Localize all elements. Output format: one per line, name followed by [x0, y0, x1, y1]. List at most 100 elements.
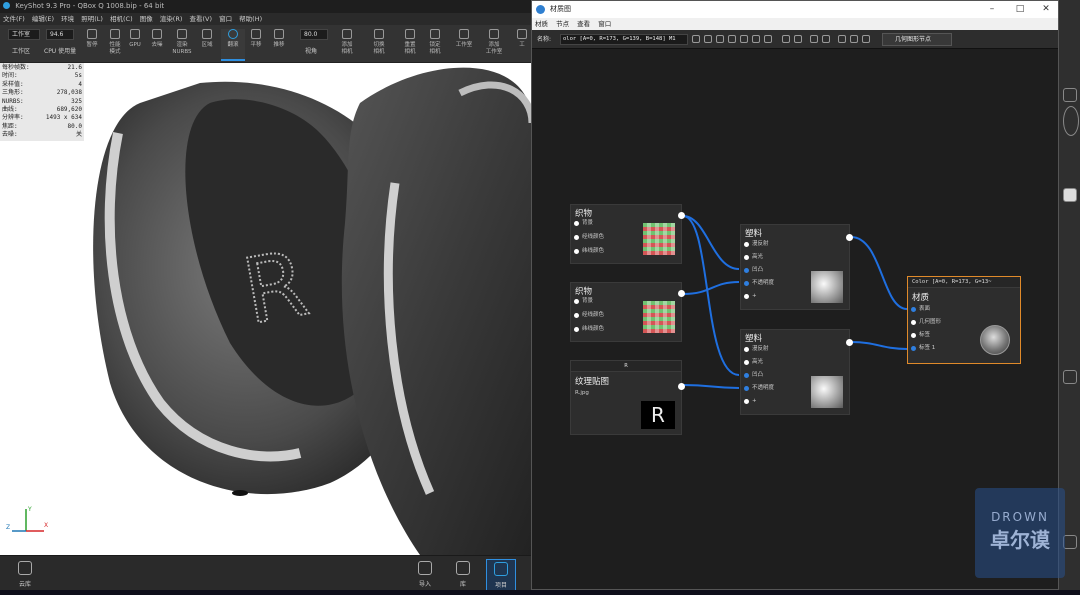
texture-map-node-output-port[interactable] [678, 383, 685, 390]
mg-menu-window[interactable]: 窗口 [598, 20, 611, 28]
plastic-node-1-port-specular[interactable]: 高光 [744, 254, 763, 261]
plastic-node-1-port-add[interactable]: + [744, 293, 757, 300]
remove-icon[interactable] [764, 35, 772, 43]
reset-camera-button[interactable]: 重置 相机 [398, 29, 422, 61]
dolly-button[interactable]: 推移 [267, 29, 291, 61]
save-icon[interactable] [692, 35, 700, 43]
texture-map-node[interactable]: R 纹理贴图 R.jpg R [570, 360, 685, 435]
plastic-node-2-port-opacity[interactable]: 不透明度 [744, 385, 774, 392]
mg-menu-view[interactable]: 查看 [577, 20, 590, 28]
stat-row: 三角形: 278,038 [2, 89, 82, 97]
plastic-node-2-port-diffuse[interactable]: 漫反射 [744, 346, 769, 353]
fit-view-icon[interactable] [862, 35, 870, 43]
maximize-button[interactable]: □ [1006, 1, 1034, 18]
material-port-label[interactable]: 标签 [911, 332, 930, 339]
stat-row: NURBS: 325 [2, 97, 82, 105]
menu-file[interactable]: 文件(F) [3, 15, 25, 23]
menu-camera[interactable]: 相机(C) [110, 15, 133, 23]
menu-environment[interactable]: 环境 [61, 15, 74, 23]
move-icon [251, 29, 261, 39]
weave-node-1-port-bg[interactable]: 背景 [574, 220, 593, 227]
region-button[interactable]: 区域 [195, 29, 219, 61]
weave-node-1-port-weft[interactable]: 纬线颜色 [574, 248, 604, 255]
menu-window[interactable]: 窗口 [219, 15, 232, 23]
denoise-button[interactable]: 去噪 [145, 29, 169, 61]
studio-button[interactable]: 工作室 [452, 29, 476, 61]
weave-node-2-port-weft[interactable]: 纬线颜色 [574, 326, 604, 333]
weave-node-2-port-warp[interactable]: 经线颜色 [574, 312, 604, 319]
material-name-input[interactable]: olor [A=0, R=173, G=139, B=148] M1 [560, 34, 688, 45]
add-icon[interactable] [752, 35, 760, 43]
fov-field[interactable]: 80.0 [300, 29, 328, 40]
plastic-node-2-port-add[interactable]: + [744, 398, 757, 405]
material-port-surface[interactable]: 表面 [911, 306, 930, 313]
plastic-node-2-port-bump[interactable]: 凹凸 [744, 372, 763, 379]
frame-icon[interactable] [850, 35, 858, 43]
rotate-icon [228, 29, 238, 39]
weave-node-1-port-warp[interactable]: 经线颜色 [574, 234, 604, 241]
material-graph-toolbar: 名称: olor [A=0, R=173, G=139, B=148] M1 几… [532, 30, 1058, 49]
workspace-select[interactable]: 工作室 [8, 29, 40, 40]
close-button[interactable]: ✕ [1032, 1, 1060, 18]
add-studio-button[interactable]: 添加 工作室 [482, 29, 506, 61]
align-center-icon[interactable] [794, 35, 802, 43]
distribute-icon[interactable] [822, 35, 830, 43]
cpu-usage-field[interactable]: 94.6 [46, 29, 74, 40]
panel-filter-icon[interactable] [1063, 535, 1077, 549]
menu-help[interactable]: 帮助(H) [239, 15, 262, 23]
menu-lighting[interactable]: 照明(L) [81, 15, 103, 23]
plastic-node-2-port-specular[interactable]: 高光 [744, 359, 763, 366]
weave-node-1-output-port[interactable] [678, 212, 685, 219]
weave-node-2-output-port[interactable] [678, 290, 685, 297]
plastic-node-1-output-port[interactable] [846, 234, 853, 241]
menu-image[interactable]: 图像 [140, 15, 153, 23]
plastic-node-2[interactable]: 塑料 漫反射 高光 凹凸 不透明度 + [740, 329, 853, 415]
panel-color-swatch[interactable] [1063, 188, 1077, 202]
plastic-node-1-port-bump[interactable]: 凹凸 [744, 267, 763, 274]
link-icon[interactable] [716, 35, 724, 43]
menu-edit[interactable]: 编辑(E) [32, 15, 54, 23]
grid-icon[interactable] [740, 35, 748, 43]
menu-render[interactable]: 渲染(R) [160, 15, 183, 23]
lock-camera-button[interactable]: 锁定 相机 [423, 29, 447, 61]
refresh-icon[interactable] [704, 35, 712, 43]
gpu-button[interactable]: GPU [123, 29, 147, 61]
layout-icon[interactable] [838, 35, 846, 43]
mg-menu-node[interactable]: 节点 [556, 20, 569, 28]
weave-node-2[interactable]: 织物 背景 经线颜色 纬线颜色 [570, 282, 685, 342]
panel-scroll-icon[interactable] [1063, 370, 1077, 384]
plastic-node-1-port-opacity[interactable]: 不透明度 [744, 280, 774, 287]
plastic-node-2-output-port[interactable] [846, 339, 853, 346]
nurbs-icon [177, 29, 187, 39]
align-left-icon[interactable] [782, 35, 790, 43]
plastic-node-1-port-diffuse[interactable]: 漫反射 [744, 241, 769, 248]
material-port-label-1[interactable]: 标签 1 [911, 345, 935, 352]
project-button[interactable]: 项目 [486, 559, 516, 593]
add-geometry-node-button[interactable]: 几何图形节点 [882, 33, 952, 46]
switch-camera-button[interactable]: 切换 相机 [367, 29, 391, 61]
target-icon[interactable] [728, 35, 736, 43]
cpu-usage-label: CPU 使用量 [44, 48, 77, 55]
cloud-library-button[interactable]: 云库 [10, 559, 40, 593]
axis-gizmo: X Y Z [6, 506, 48, 532]
pan-button[interactable]: 平移 [244, 29, 268, 61]
weave-node-2-port-bg[interactable]: 背景 [574, 298, 593, 305]
render-nurbs-button[interactable]: 渲染 NURBS [170, 29, 194, 61]
render-viewport[interactable]: R 每秒帧数: 21.6 时间: 5s 采样值: 4 三角形: 278,038 NURB… [0, 63, 532, 555]
weave-node-1[interactable]: 织物 背景 经线颜色 纬线颜色 [570, 204, 685, 264]
mg-menu-material[interactable]: 材质 [535, 20, 548, 28]
tumble-button[interactable]: 翻滚 [221, 29, 245, 61]
menu-view[interactable]: 查看(V) [189, 15, 212, 23]
pause-button[interactable]: 暂停 [80, 29, 104, 61]
fov-label: 视角 [305, 48, 318, 55]
panel-tab-icon[interactable] [1063, 88, 1077, 102]
add-camera-button[interactable]: 添加 相机 [335, 29, 359, 61]
align-right-icon[interactable] [810, 35, 818, 43]
material-port-geometry[interactable]: 几何图形 [911, 319, 941, 326]
material-output-node[interactable]: Color [A=0, R=173, G=13~ 材质 表面 几何图形 标签 标… [907, 276, 1021, 364]
import-button[interactable]: 导入 [410, 559, 440, 593]
weave-preview-thumbnail [643, 301, 675, 333]
minimize-button[interactable]: – [978, 1, 1006, 18]
plastic-node-1[interactable]: 塑料 漫反射 高光 凹凸 不透明度 + [740, 224, 853, 310]
library-button[interactable]: 库 [448, 559, 478, 593]
